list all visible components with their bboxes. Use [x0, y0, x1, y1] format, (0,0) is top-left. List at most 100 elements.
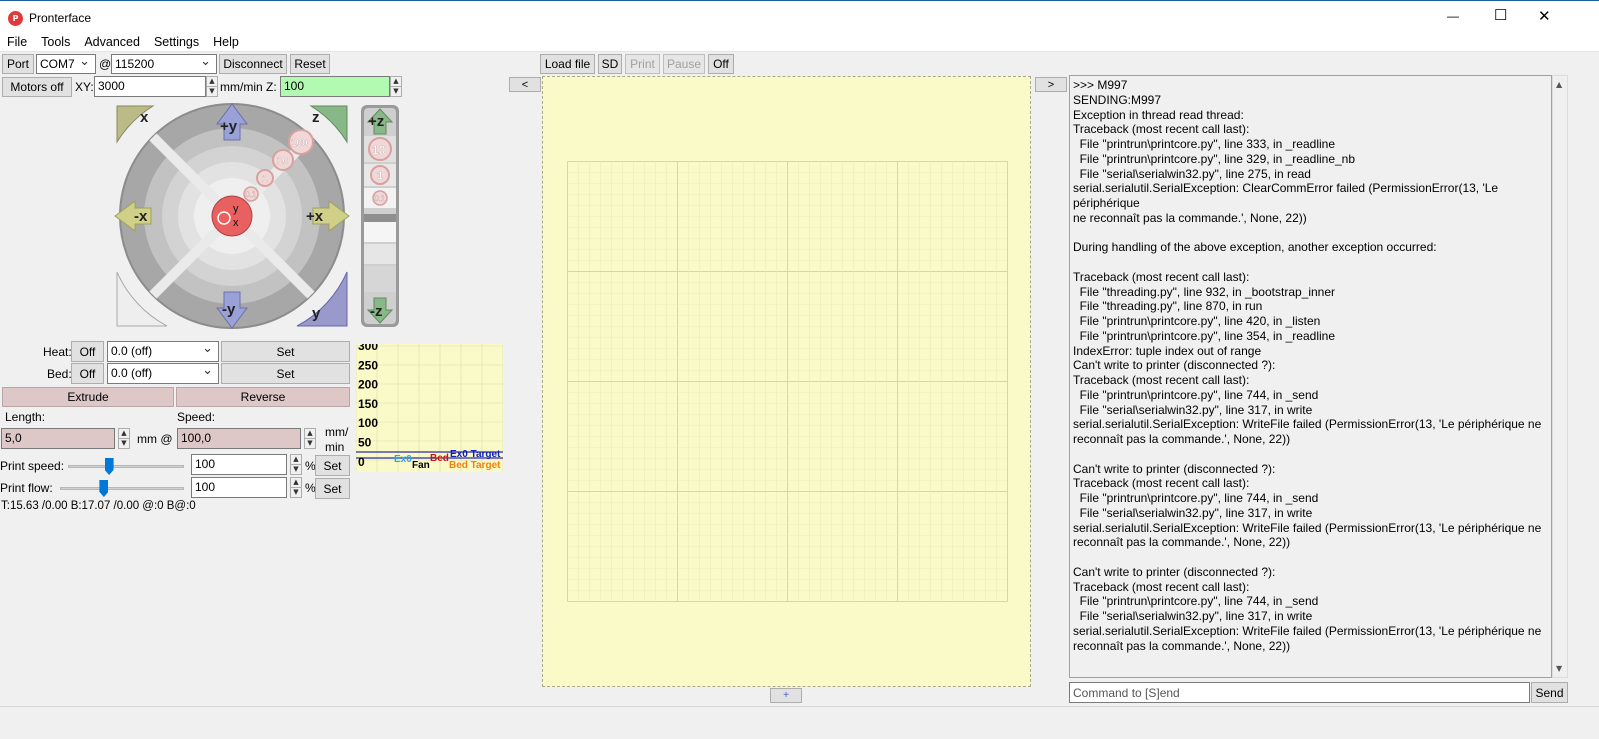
- menu-help[interactable]: Help: [213, 35, 239, 49]
- disconnect-button[interactable]: Disconnect: [219, 54, 287, 74]
- jog-plus-x-label: +x: [306, 208, 324, 225]
- heat-off-button[interactable]: Off: [71, 341, 104, 362]
- print-flow-set-button[interactable]: Set: [315, 478, 350, 499]
- console-line: File "serial\serialwin32.py", line 317, …: [1073, 505, 1313, 520]
- z-feed-input[interactable]: 100: [280, 76, 390, 97]
- menu-advanced[interactable]: Advanced: [84, 35, 140, 49]
- bed-set-button[interactable]: Set: [221, 363, 350, 384]
- print-speed-slider-track[interactable]: [68, 465, 184, 468]
- print-bed-view[interactable]: [542, 76, 1031, 687]
- port-button[interactable]: Port: [2, 54, 34, 74]
- command-input[interactable]: Command to [S]end: [1069, 682, 1530, 703]
- xy-spinner[interactable]: ▲ ▼: [206, 76, 218, 97]
- print-flow-slider-track[interactable]: [60, 487, 184, 490]
- legend-bed-target: Bed Target: [449, 460, 501, 471]
- jog-center-x-label: x: [233, 217, 239, 229]
- menu-settings[interactable]: Settings: [154, 35, 199, 49]
- command-placeholder: Command to [S]end: [1073, 686, 1180, 700]
- xy-jog-control[interactable]: x z y +y -y +x -x 100 10 1 0.1 y x: [113, 102, 351, 330]
- mm-at-label: mm @: [137, 432, 173, 446]
- collapse-right-button[interactable]: >: [1035, 77, 1067, 92]
- expand-bottom-button[interactable]: +: [770, 688, 802, 703]
- graph-tick-label: 100: [358, 416, 378, 430]
- console-line: Traceback (most recent call last):: [1073, 579, 1250, 594]
- graph-tick-label: 300: [358, 344, 378, 353]
- pause-button[interactable]: Pause: [663, 54, 705, 74]
- at-label: @: [99, 57, 112, 71]
- console-line: IndexError: tuple index out of range: [1073, 343, 1262, 358]
- motors-off-button[interactable]: Motors off: [2, 77, 72, 97]
- bed-grid: [567, 161, 1008, 602]
- menu-bar: File Tools Advanced Settings Help: [0, 34, 1599, 52]
- mm-min-z-label: mm/min Z:: [220, 80, 277, 94]
- print-button[interactable]: Print: [625, 54, 660, 74]
- print-speed-slider-thumb[interactable]: [104, 458, 114, 475]
- xy-feed-input[interactable]: 3000: [94, 76, 206, 97]
- length-spinner[interactable]: ▲ ▼: [118, 428, 130, 449]
- console-line: Traceback (most recent call last):: [1073, 122, 1250, 137]
- z-jog-control[interactable]: +z -z 10 1 0.1: [360, 104, 400, 328]
- jog-home-z-label: z: [312, 109, 320, 126]
- jog-minus-z-label: -z: [370, 303, 383, 320]
- console-line: File "printrun\printcore.py", line 329, …: [1073, 151, 1356, 166]
- extrude-button[interactable]: Extrude: [2, 387, 174, 407]
- print-flow-label: Print flow:: [0, 481, 53, 495]
- collapse-left-button[interactable]: <: [509, 77, 541, 92]
- extrude-speed-spinner[interactable]: ▲ ▼: [304, 428, 316, 449]
- console-line: File "serial\serialwin32.py", line 317, …: [1073, 609, 1313, 623]
- baud-select[interactable]: 115200: [111, 53, 217, 74]
- speed-label: Speed:: [177, 410, 216, 424]
- console-line: Exception in thread read thread:: [1073, 107, 1244, 122]
- print-speed-input[interactable]: 100: [191, 454, 287, 475]
- menu-file[interactable]: File: [7, 35, 27, 49]
- legend-ex0-target: Ex0 Target: [450, 449, 501, 460]
- jog-step-1: 1: [262, 174, 268, 185]
- print-speed-label: Print speed:: [0, 459, 65, 473]
- console-log[interactable]: >>> M997 SENDING:M997 Exception in thread …: [1069, 75, 1552, 678]
- bed-off-button[interactable]: Off: [71, 363, 104, 384]
- z-step-10: 10: [372, 143, 386, 157]
- port-select[interactable]: COM7: [36, 53, 96, 74]
- print-speed-spinner[interactable]: ▲ ▼: [290, 454, 302, 475]
- print-speed-set-button[interactable]: Set: [315, 455, 350, 476]
- bed-temp-select[interactable]: 0.0 (off): [107, 362, 219, 384]
- maximize-icon[interactable]: ☐: [1494, 6, 1507, 24]
- title-bar: P Pronterface — ☐ ✕: [0, 0, 1599, 34]
- print-flow-spinner[interactable]: ▲ ▼: [290, 477, 302, 498]
- console-scrollbar[interactable]: ▲ ▼: [1552, 75, 1568, 678]
- print-flow-slider-thumb[interactable]: [99, 480, 109, 497]
- reverse-button[interactable]: Reverse: [176, 387, 350, 407]
- print-flow-input[interactable]: 100: [191, 477, 287, 498]
- sd-button[interactable]: SD: [598, 54, 622, 74]
- jog-step-100: 100: [291, 138, 308, 149]
- jog-plus-z-label: +z: [368, 113, 384, 130]
- menu-tools[interactable]: Tools: [41, 35, 70, 49]
- send-button[interactable]: Send: [1531, 682, 1568, 703]
- legend-fan: Fan: [412, 460, 430, 471]
- off-button[interactable]: Off: [708, 54, 734, 74]
- heat-temp-select[interactable]: 0.0 (off): [107, 340, 219, 362]
- console-line: serial.serialutil.SerialException: Write…: [1073, 623, 1542, 638]
- console-line: Traceback (most recent call last):: [1073, 373, 1250, 387]
- console-line: During handling of the above exception, …: [1073, 240, 1437, 255]
- z-spinner[interactable]: ▲ ▼: [390, 76, 402, 97]
- reset-button[interactable]: Reset: [290, 54, 330, 74]
- length-input[interactable]: 5,0: [1, 428, 115, 449]
- jog-step-0-1: 0.1: [245, 190, 257, 199]
- console-line: File "threading.py", line 870, in run: [1073, 299, 1263, 314]
- extrude-speed-input[interactable]: 100,0: [177, 428, 301, 449]
- load-file-button[interactable]: Load file: [540, 54, 595, 74]
- app-icon: P: [8, 11, 23, 26]
- jog-plus-y-label: +y: [220, 118, 238, 135]
- heat-set-button[interactable]: Set: [221, 341, 350, 362]
- minimize-icon[interactable]: —: [1447, 9, 1459, 23]
- graph-tick-label: 50: [358, 436, 372, 450]
- console-line: Can't write to printer (disconnected ?):: [1073, 564, 1276, 579]
- console-line: serial.serialutil.SerialException: Write…: [1073, 520, 1542, 535]
- length-label: Length:: [5, 410, 46, 424]
- close-icon[interactable]: ✕: [1538, 7, 1551, 25]
- console-line: serial.serialutil.SerialException: Write…: [1073, 417, 1542, 432]
- console-line: serial.serialutil.SerialException: Clear…: [1073, 181, 1502, 210]
